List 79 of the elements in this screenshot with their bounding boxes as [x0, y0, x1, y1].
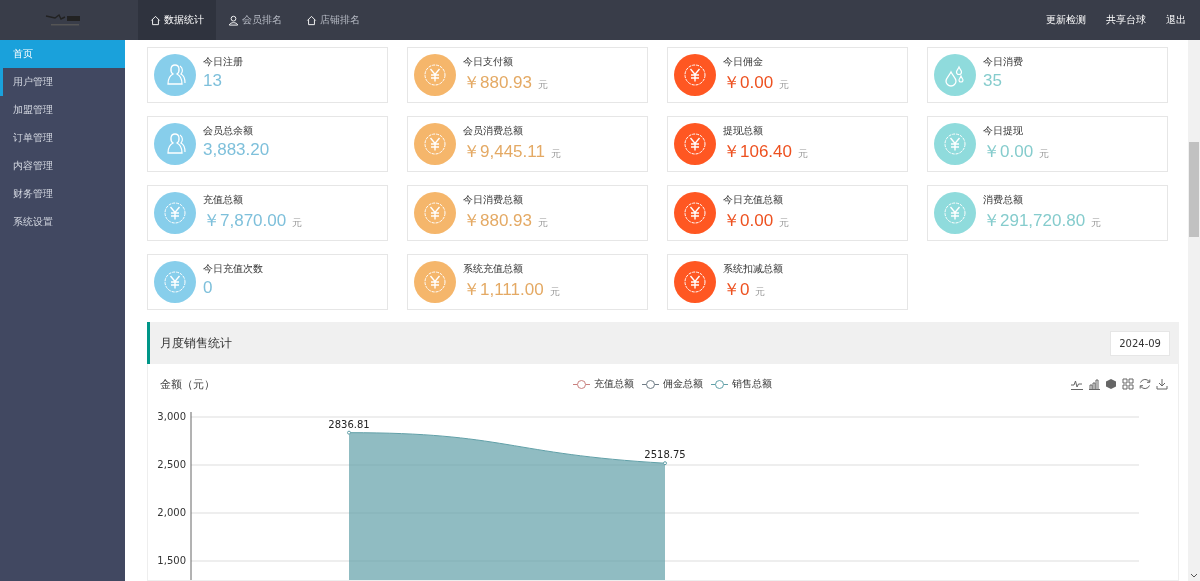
data-point — [347, 430, 351, 435]
sidebar-item[interactable]: 财务管理 — [0, 180, 125, 208]
stat-label: 今日消费 — [983, 55, 1023, 69]
unit-label: 元 — [779, 216, 790, 230]
stat-label: 今日充值总额 — [723, 193, 784, 207]
scrollbar-thumb[interactable] — [1189, 142, 1199, 237]
scroll-down-icon[interactable] — [1190, 573, 1198, 579]
house-icon — [150, 14, 161, 26]
legend-item[interactable]: 销售总额 — [711, 377, 772, 392]
panel-title: 月度销售统计 — [160, 334, 232, 352]
stat-value: ￥880.93 — [463, 210, 532, 232]
header-link[interactable]: 共享台球 — [1096, 13, 1156, 27]
unit-label: 元 — [538, 216, 548, 230]
stat-value: ￥291,720.80 — [983, 210, 1086, 232]
stat-label: 今日佣金 — [723, 55, 764, 69]
stat-value: ￥0.00 — [723, 72, 774, 94]
sidebar-item[interactable]: 订单管理 — [0, 124, 125, 152]
refresh-icon[interactable] — [1139, 378, 1151, 391]
y-tick-label: 1,500 — [157, 555, 186, 567]
user-icon — [228, 14, 239, 26]
unit-label: 元 — [549, 285, 560, 299]
unit-label: 元 — [755, 285, 766, 299]
header-link[interactable]: 更新检测 — [1036, 13, 1096, 27]
stat-label: 消费总额 — [983, 193, 1024, 207]
stat-value: ￥0 — [723, 279, 750, 301]
nav-tab[interactable]: 店铺排名 — [294, 0, 372, 40]
stat-label: 会员总余额 — [203, 124, 254, 138]
stat-label: 系统充值总额 — [463, 262, 524, 276]
stat-value: ￥880.93 — [463, 72, 532, 94]
scrollbar[interactable] — [1188, 40, 1200, 581]
legend-item[interactable]: 充值总额 — [573, 377, 634, 392]
stat-value: ￥0.00 — [983, 141, 1034, 163]
line-chart-icon[interactable] — [1071, 378, 1083, 391]
sidebar-item[interactable]: 内容管理 — [0, 152, 125, 180]
stat-label: 今日消费总额 — [463, 193, 524, 207]
unit-label: 元 — [538, 78, 548, 92]
month-picker[interactable]: 2024-09 — [1110, 330, 1170, 356]
stat-label: 今日提现 — [983, 124, 1024, 138]
stat-value: ￥0.00 — [723, 210, 774, 232]
logo-icon — [44, 13, 81, 27]
stat-value: 3,883.20 — [203, 140, 270, 160]
download-icon[interactable] — [1156, 378, 1168, 391]
header-link[interactable]: 退出 — [1156, 13, 1196, 27]
nav-tab[interactable]: 会员排名 — [216, 0, 294, 40]
unit-label: 元 — [798, 147, 808, 161]
sidebar-item[interactable]: 加盟管理 — [0, 96, 125, 124]
stat-label: 今日注册 — [203, 55, 243, 69]
stat-label: 系统扣减总额 — [723, 262, 783, 276]
stat-value: ￥7,870.00 — [203, 210, 287, 232]
data-label: 2836.81 — [328, 418, 370, 430]
stat-label: 提现总额 — [723, 124, 764, 138]
chart-title: 金额（元） — [160, 376, 215, 392]
sidebar-item[interactable]: 用户管理 — [0, 68, 125, 96]
y-tick-label: 3,000 — [157, 411, 186, 423]
unit-label: 元 — [1091, 216, 1102, 230]
stat-value: ￥9,445.11 — [463, 141, 545, 163]
stat-value: 0 — [203, 278, 213, 298]
unit-label: 元 — [292, 216, 303, 230]
stat-value: 13 — [203, 71, 222, 91]
sidebar-item[interactable]: 系统设置 — [0, 208, 125, 236]
y-tick-label: 2,500 — [157, 459, 186, 471]
stat-value: ￥1,111.00 — [463, 279, 544, 301]
unit-label: 元 — [550, 147, 561, 161]
stat-label: 充值总额 — [203, 193, 244, 207]
data-label: 2518.75 — [644, 449, 686, 461]
stat-label: 会员消费总额 — [463, 124, 524, 138]
stat-label: 今日支付额 — [463, 55, 514, 69]
unit-label: 元 — [779, 78, 790, 92]
stat-label: 今日充值次数 — [203, 262, 263, 276]
stat-value: 35 — [983, 71, 1002, 91]
nav-tab[interactable]: 数据统计 — [138, 0, 216, 40]
y-tick-label: 2,000 — [157, 507, 186, 519]
legend-item[interactable]: 佣金总额 — [642, 377, 703, 392]
grid-icon[interactable] — [1122, 378, 1134, 391]
bar-chart-icon[interactable] — [1088, 378, 1100, 391]
unit-label: 元 — [1039, 147, 1050, 161]
data-point — [663, 461, 667, 466]
house-icon — [306, 14, 317, 26]
stat-value: ￥106.40 — [723, 141, 792, 163]
